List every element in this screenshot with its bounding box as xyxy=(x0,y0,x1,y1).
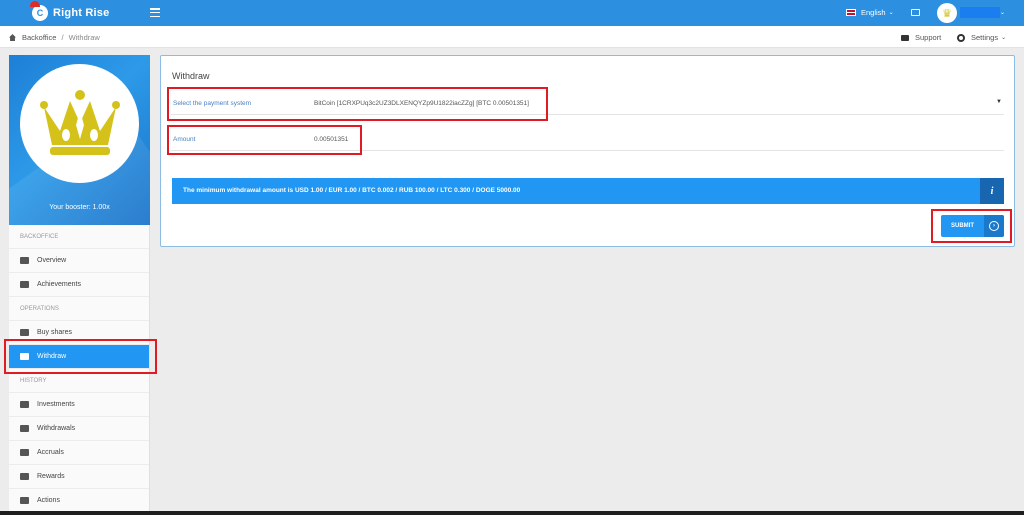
support-label: Support xyxy=(915,33,942,42)
breadcrumb-separator: / xyxy=(61,33,64,42)
username-redacted[interactable] xyxy=(960,7,1000,18)
highlight-payment-system xyxy=(167,87,548,121)
brand-logo[interactable]: C Right Rise xyxy=(30,1,110,21)
sidebar-item-actions[interactable]: Actions xyxy=(9,489,149,513)
user-avatar[interactable]: ♛ xyxy=(937,3,957,23)
sidebar-item-rewards[interactable]: Rewards xyxy=(9,465,149,489)
logo-icon: C xyxy=(30,1,48,21)
support-link[interactable]: Support xyxy=(901,33,941,42)
breadcrumb: Backoffice / Withdraw xyxy=(9,33,100,42)
sidebar-item-investments[interactable]: Investments xyxy=(9,393,149,417)
sidebar-item-accruals[interactable]: Accruals xyxy=(9,441,149,465)
highlight-amount xyxy=(167,125,362,155)
profile-avatar[interactable] xyxy=(20,64,139,183)
os-taskbar xyxy=(0,511,1024,515)
sidebar-item-label: Achievements xyxy=(37,281,81,288)
sidebar-item-achievements[interactable]: Achievements xyxy=(9,273,149,297)
trophy-icon xyxy=(20,281,29,288)
sidebar-item-label: Buy shares xyxy=(37,329,73,336)
sidebar-item-overview[interactable]: Overview xyxy=(9,249,149,273)
chevron-down-icon[interactable]: ⌄ xyxy=(1000,9,1005,16)
chat-icon xyxy=(901,34,909,41)
gift-icon xyxy=(20,473,29,480)
chevron-down-icon: ⌄ xyxy=(1001,35,1007,41)
sidebar-item-label: Investments xyxy=(37,401,75,408)
uk-flag-icon xyxy=(846,9,856,16)
settings-menu[interactable]: Settings ⌄ xyxy=(957,33,1006,42)
profile-panel: Your booster: 1.00x xyxy=(9,55,150,225)
breadcrumb-current: Withdraw xyxy=(68,33,100,42)
caret-down-icon[interactable]: ▼ xyxy=(996,99,1002,105)
highlight-submit xyxy=(931,209,1012,243)
gear-icon xyxy=(957,33,965,42)
min-withdrawal-notice: The minimum withdrawal amount is USD 1.0… xyxy=(172,178,1004,204)
sidebar-item-label: Overview xyxy=(37,257,67,264)
section-backoffice: BACKOFFICE xyxy=(9,225,149,249)
language-label: English xyxy=(861,8,886,17)
crown-icon xyxy=(39,89,120,155)
section-operations: OPERATIONS xyxy=(9,297,149,321)
chevron-down-icon: ⌄ xyxy=(888,10,894,16)
sidebar-item-label: Withdrawals xyxy=(37,425,76,432)
brand-name: Right Rise xyxy=(53,7,110,19)
dashboard-icon xyxy=(20,257,29,264)
booster-text: Your booster: 1.00x xyxy=(49,204,110,211)
sidebar-item-withdrawals[interactable]: Withdrawals xyxy=(9,417,149,441)
history-icon xyxy=(20,449,29,456)
top-navbar: C Right Rise English ⌄ ♛ ⌄ xyxy=(0,0,1024,26)
sidebar-item-label: Accruals xyxy=(37,449,64,456)
breadcrumb-bar: Backoffice / Withdraw Support Settings ⌄ xyxy=(0,26,1024,48)
wallet-icon[interactable] xyxy=(911,9,920,16)
breadcrumb-backoffice[interactable]: Backoffice xyxy=(22,33,56,42)
cart-icon xyxy=(20,329,29,336)
upload-icon xyxy=(20,425,29,432)
home-icon[interactable] xyxy=(9,34,16,41)
user-icon xyxy=(20,497,29,504)
highlight-withdraw-menu xyxy=(4,339,157,374)
sidebar-item-label: Rewards xyxy=(37,473,65,480)
page-title: Withdraw xyxy=(172,71,210,81)
sidebar: Your booster: 1.00x BACKOFFICE Overview … xyxy=(9,55,150,515)
download-icon xyxy=(20,401,29,408)
sidebar-item-label: Actions xyxy=(37,497,60,504)
menu-toggle-icon[interactable] xyxy=(150,8,160,17)
language-selector[interactable]: English ⌄ xyxy=(846,8,894,17)
settings-label: Settings xyxy=(971,33,999,42)
info-icon[interactable]: i xyxy=(980,178,1004,204)
min-withdrawal-text: The minimum withdrawal amount is USD 1.0… xyxy=(183,187,521,194)
